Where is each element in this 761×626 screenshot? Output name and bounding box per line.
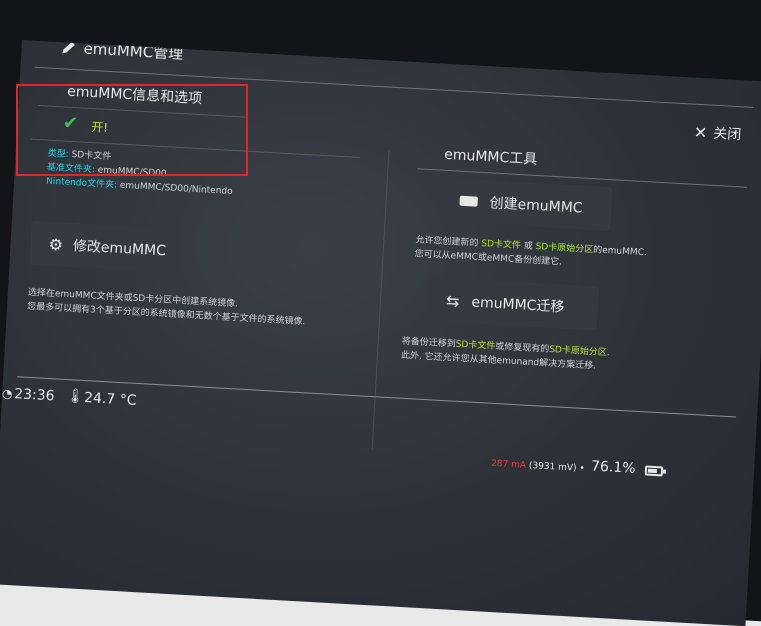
battery-level [647,468,658,474]
power-info: 287 mA (3931 mV) • [491,459,585,474]
nintendo-folder-label: Nintendo文件夹: [45,176,118,191]
voltage: (3931 mV) [528,460,577,474]
close-label: 关闭 [712,125,742,144]
migrate-emummc-button[interactable]: ⇆ emuMMC迁移 [426,277,600,331]
thermometer-icon: 🌡 [65,388,85,406]
migrate-desc-end: . [606,348,610,359]
pencil-icon [59,40,78,57]
gear-icon: ⚙ [48,234,64,255]
current-draw: 287 mA [490,458,527,471]
clock-time: 23:36 [13,386,55,405]
create-desc-end: 的emuMMC. [592,245,648,259]
tools-heading: emuMMC工具 [443,146,538,168]
create-emummc-button[interactable]: 创建emuMMC [440,177,613,232]
create-button-label: 创建emuMMC [489,195,583,217]
highlight-box [16,84,248,176]
close-icon: ✕ [693,122,708,142]
migrate-button-label: emuMMC迁移 [471,294,565,316]
column-divider [371,150,390,451]
modify-emummc-button[interactable]: ⚙ 修改emuMMC [29,220,182,274]
modify-button-label: 修改emuMMC [72,238,167,260]
shuffle-icon: ⇆ [445,290,461,311]
create-desc-or: 或 [523,241,533,252]
battery-icon [644,465,664,477]
battery-percent: 76.1% [590,458,636,477]
temperature: 24.7 °C [83,390,137,409]
drive-icon [459,195,478,207]
nintendo-folder-value: emuMMC/SD00/Nintendo [119,180,233,197]
close-button[interactable]: ✕ 关闭 [693,122,741,145]
clock-icon: ◔ [1,386,13,402]
separator-dot: • [579,463,585,475]
